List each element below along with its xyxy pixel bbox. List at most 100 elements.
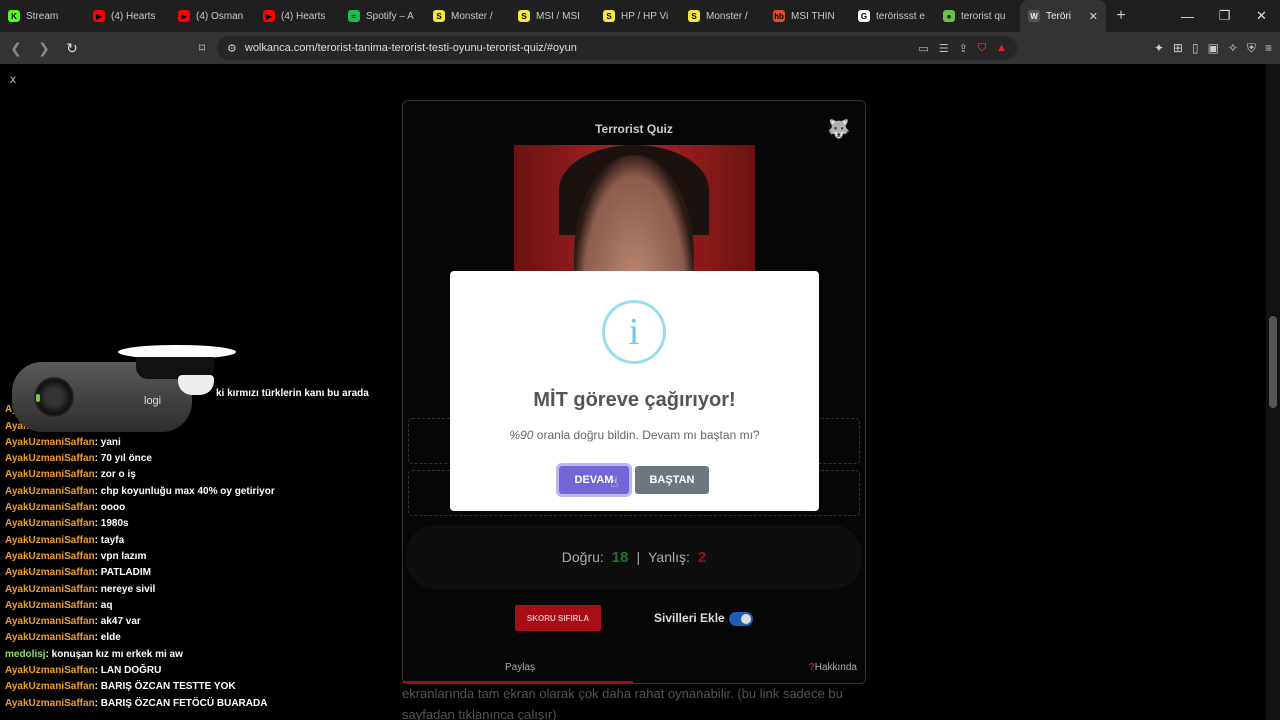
wolf-logo-icon: 🐺 (827, 118, 851, 139)
chat-username: AyakUzmaniSaffan (5, 583, 95, 595)
reset-score-button[interactable]: SKORU SIFIRLA (515, 605, 601, 631)
tab-active[interactable]: W Teröri ✕ (1020, 0, 1106, 32)
modal-title: MİT göreve çağırıyor! (533, 389, 736, 411)
tab-title: (4) Hearts (111, 10, 156, 22)
tab-favicon-icon: hb (773, 10, 785, 22)
tab-favicon-icon: ● (943, 10, 955, 22)
tab-2[interactable]: ▶ (4) Osman (170, 0, 255, 32)
chat-text: : ak47 var (94, 616, 141, 628)
chat-message: AyakUzmaniSaffan: tayfa (5, 535, 405, 551)
correct-label: Doğru: (561, 549, 604, 565)
chat-text: : PATLADIM (94, 567, 151, 579)
chat-message: AyakUzmaniSaffan: vpn lazım (5, 551, 405, 567)
tab-10[interactable]: Gterörissst e (850, 0, 935, 32)
tab-favicon-icon: S (433, 10, 445, 22)
nav-bar: ❮ ❯ ↻ ⌑ ⚙ wolkanca.com/terorist-tanima-t… (0, 32, 1280, 64)
tab-title: Stream (26, 10, 59, 22)
chat-text: : konuşan kız mı erkek mi aw (45, 648, 183, 660)
tab-0[interactable]: K Stream (0, 0, 85, 32)
extensions-icon[interactable]: ✦ (1154, 41, 1164, 55)
chat-text: : 70 yıl önce (94, 453, 152, 465)
chat-text: : nereye sivil (94, 583, 156, 595)
tab-favicon-icon: G (858, 10, 870, 22)
restart-button[interactable]: BAŞTAN (635, 466, 709, 494)
chat-username: AyakUzmaniSaffan (5, 697, 95, 709)
share-link[interactable]: Paylaş (505, 662, 535, 673)
chat-username: AyakUzmaniSaffan (5, 502, 95, 514)
chat-message: AyakUzmaniSaffan: 70 yıl önce (5, 453, 405, 469)
chat-text: ki kırmızı türklerin kanı bu arada (216, 388, 369, 399)
chat-message: AyakUzmaniSaffan: oooo (5, 502, 405, 518)
chat-text: : BARIŞ ÖZCAN FETÖCÜ BUARADA (94, 697, 268, 709)
cap-visor (178, 375, 214, 395)
tab-favicon-icon: S (603, 10, 615, 22)
chat-username: AyakUzmaniSaffan (5, 632, 95, 644)
about-link[interactable]: ?Hakkında (809, 662, 857, 673)
tab-1[interactable]: ▶ (4) Hearts (85, 0, 170, 32)
civilians-label: Sivilleri Ekle (654, 611, 725, 625)
leo-icon[interactable]: ✧ (1228, 41, 1238, 55)
bookmark-icon[interactable]: ⌑ (199, 41, 205, 55)
reload-icon[interactable]: ↻ (60, 36, 84, 60)
new-tab-button[interactable]: + (1106, 7, 1136, 25)
modal-message-text: oranla doğru bildin. Devam mı baştan mı? (536, 428, 760, 442)
scrollbar-thumb[interactable] (1269, 316, 1277, 408)
chat-text: : chp koyunluğu max 40% oy getiriyor (94, 485, 275, 497)
sidebar-icon[interactable]: ▯ (1192, 41, 1199, 55)
tabs-icon[interactable]: ⊞ (1173, 41, 1183, 55)
tab-strip: K Stream ▶ (4) Hearts ▶ (4) Osman ▶ (4) Hearts ≈… (0, 0, 1020, 32)
close-tab-icon[interactable]: ✕ (1089, 10, 1098, 23)
tab-3[interactable]: ▶ (4) Hearts (255, 0, 340, 32)
chat-username: AyakUzmaniSaffan (5, 436, 95, 448)
chat-message: medolisj: konuşan kız mı erkek mi aw (5, 649, 405, 665)
chat-message: AyakUzmaniSaffan: nereye sivil (5, 584, 405, 600)
chat-text: : elde (94, 632, 121, 644)
civilians-toggle[interactable] (729, 612, 753, 626)
url-text[interactable]: wolkanca.com/terorist-tanima-terorist-te… (245, 42, 577, 54)
chat-message: AyakUzmaniSaffan: BARIŞ ÖZCAN FETÖCÜ BUA… (5, 698, 405, 714)
chat-username: AyakUzmaniSaffan (5, 469, 95, 481)
hand-cursor-icon: ☝ (610, 474, 619, 490)
close-window-button[interactable]: ✕ (1243, 0, 1280, 32)
tab-9[interactable]: hb MSI THIN (765, 0, 850, 32)
brave-shield-icon[interactable]: ⛉ (978, 42, 986, 55)
back-icon[interactable]: ❮ (4, 36, 28, 60)
tab-5[interactable]: S Monster / (425, 0, 510, 32)
menu-icon[interactable]: ≡ (1265, 41, 1272, 55)
url-actions: ▭ ☰ ⇪ ⛉ ▲ (918, 36, 1007, 60)
wallet-icon[interactable]: ▣ (1208, 41, 1219, 55)
cast-icon[interactable]: ▭ (918, 42, 928, 55)
chat-message: AyakUzmaniSaffan: LAN DOĞRU (5, 665, 405, 681)
chat-overlay: ki kırmızı türklerin kanı bu arada AyakUz… (5, 388, 405, 714)
tab-8[interactable]: S Monster / (680, 0, 765, 32)
correct-count: 18 (611, 548, 629, 566)
tab-title: Teröri (1046, 10, 1072, 22)
chat-message: AyakUzmaniSaffan: ak47 var (5, 616, 405, 632)
share-icon[interactable]: ⇪ (959, 42, 968, 55)
minimize-button[interactable]: — (1169, 0, 1206, 32)
chat-message: AyakUzmaniSaffan: elde (5, 632, 405, 648)
chat-username: AyakUzmaniSaffan (5, 453, 95, 465)
tab-6[interactable]: S MSI / MSI (510, 0, 595, 32)
address-bar[interactable]: ⌑ ⚙ wolkanca.com/terorist-tanima-teroris… (199, 36, 1017, 60)
tab-7[interactable]: S HP / HP Vi (595, 0, 680, 32)
chat-text: : BARIŞ ÖZCAN TESTTE YOK (94, 681, 236, 693)
wrong-label: Yanlış: (648, 549, 690, 565)
tab-title: terorist qu (961, 10, 1006, 22)
restore-button[interactable]: ❐ (1206, 0, 1243, 32)
rewards-icon[interactable]: ▲ (996, 42, 1007, 54)
site-info-icon[interactable]: ⚙ (227, 42, 237, 55)
overlay-close-icon[interactable]: x (10, 72, 16, 86)
scrollbar[interactable] (1266, 64, 1280, 720)
tab-title: Monster / (451, 10, 493, 22)
chat-message: AyakUzmaniSaffan: PATLADIM (5, 567, 405, 583)
chat-text: : aq (94, 599, 113, 611)
vpn-icon[interactable]: ⛨ (1247, 41, 1256, 56)
chat-text: : tayfa (94, 534, 125, 546)
chat-message: AyakUzmaniSaffan: zor o iş (5, 469, 405, 485)
tab-4[interactable]: ≈ Spotify – A (340, 0, 425, 32)
reader-icon[interactable]: ☰ (939, 42, 949, 55)
forward-icon[interactable]: ❯ (32, 36, 56, 60)
tab-11[interactable]: ● terorist qu (935, 0, 1020, 32)
about-label: Hakkında (814, 662, 857, 673)
